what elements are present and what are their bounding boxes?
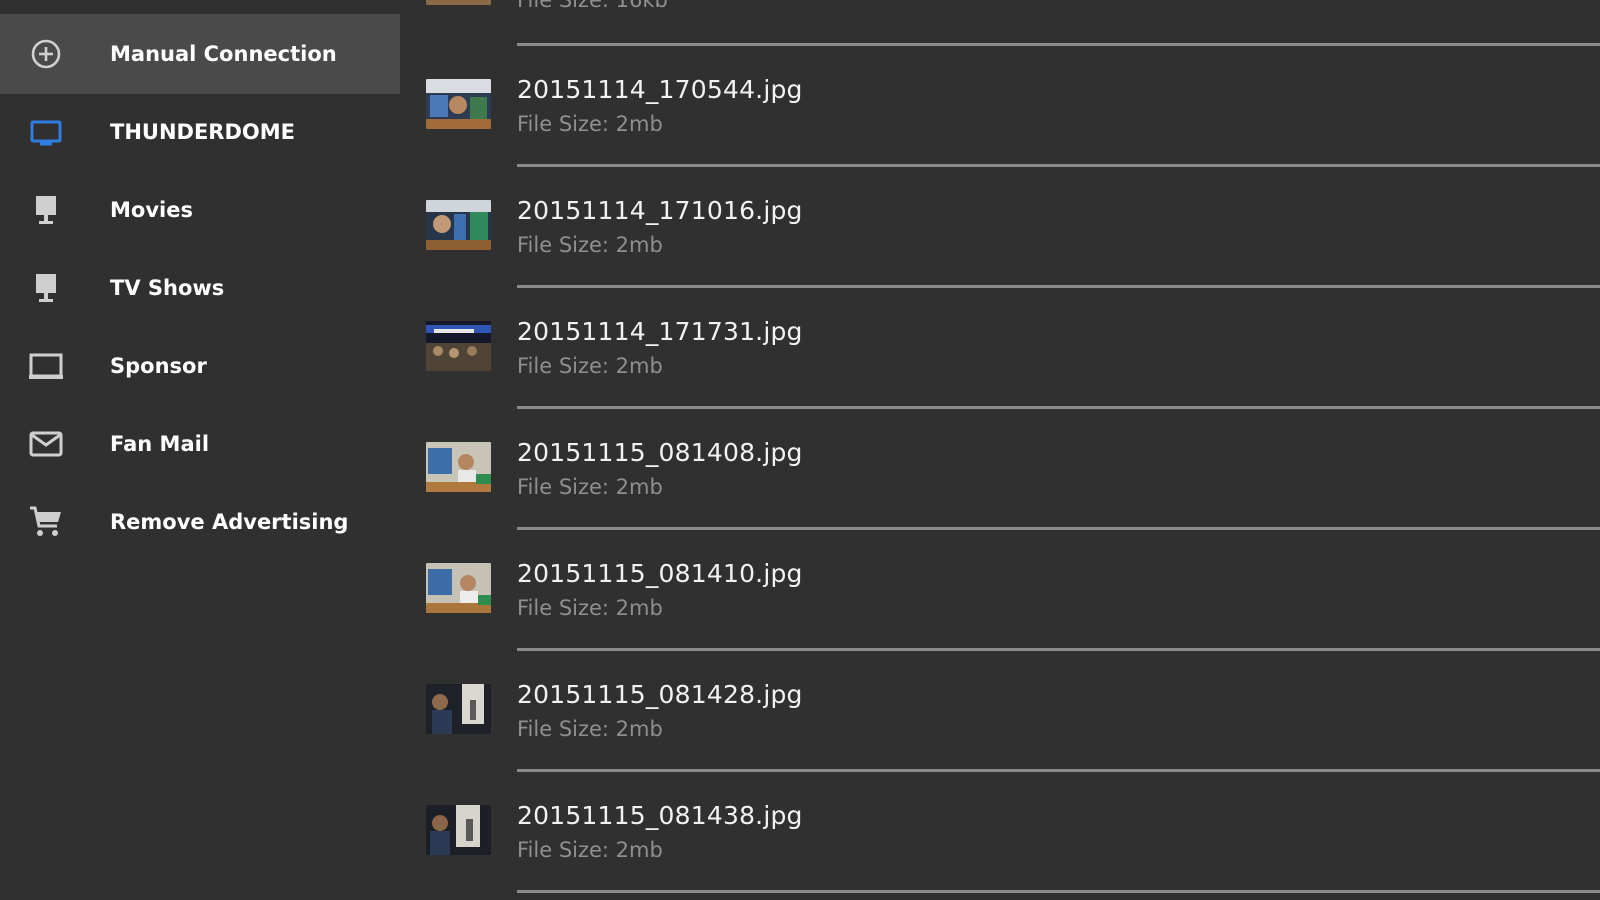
file-name: 20151115_081410.jpg <box>517 559 803 588</box>
file-name: 20151115_081408.jpg <box>517 438 803 467</box>
list-item[interactable]: 20151114_171016.jpg File Size: 2mb <box>400 167 1600 289</box>
image-thumbnail <box>426 442 491 492</box>
file-name: 20151114_171016.jpg <box>517 196 803 225</box>
list-item[interactable]: 20151115_081438.jpg File Size: 2mb <box>400 772 1600 894</box>
sidebar-item-label: Manual Connection <box>110 42 337 66</box>
sidebar-item-remove-advertising[interactable]: Remove Advertising <box>0 482 400 562</box>
list-item[interactable]: 20151114_170544.jpg File Size: 2mb <box>400 46 1600 168</box>
mail-icon <box>28 426 64 462</box>
file-name: 20151115_081438.jpg <box>517 801 803 830</box>
sidebar-item-label: Sponsor <box>110 354 207 378</box>
sidebar-item-tv-shows[interactable]: TV Shows <box>0 248 400 328</box>
list-divider <box>517 890 1600 893</box>
image-thumbnail <box>426 79 491 129</box>
image-thumbnail <box>426 321 491 371</box>
file-size: File Size: 2mb <box>517 717 663 741</box>
sidebar-item-thunderdome[interactable]: THUNDERDOME <box>0 92 400 172</box>
file-size: File Size: 2mb <box>517 475 663 499</box>
laptop-icon <box>28 348 64 384</box>
file-name: 20151114_171731.jpg <box>517 317 803 346</box>
tv-icon <box>28 114 64 150</box>
file-size: File Size: 2mb <box>517 112 663 136</box>
sidebar-item-label: Remove Advertising <box>110 510 349 534</box>
sidebar-item-sponsor[interactable]: Sponsor <box>0 326 400 406</box>
sidebar: Manual Connection THUNDERDOME Movies TV … <box>0 0 400 900</box>
cart-icon <box>28 504 64 540</box>
file-size: File Size: 2mb <box>517 838 663 862</box>
desktop-icon <box>28 270 64 306</box>
desktop-icon <box>28 192 64 228</box>
list-item[interactable]: 20151114_171731.jpg File Size: 2mb <box>400 288 1600 410</box>
image-thumbnail <box>426 684 491 734</box>
list-item[interactable]: 20151115_081428.jpg File Size: 2mb <box>400 651 1600 773</box>
add-circle-icon <box>28 36 64 72</box>
file-size: File Size: 2mb <box>517 354 663 378</box>
list-item[interactable]: File Size: 16kb <box>400 0 1600 44</box>
sidebar-item-label: Movies <box>110 198 193 222</box>
sidebar-item-label: Fan Mail <box>110 432 210 456</box>
sidebar-item-manual-connection[interactable]: Manual Connection <box>0 14 400 94</box>
list-item[interactable]: 20151115_081408.jpg File Size: 2mb <box>400 409 1600 531</box>
list-item[interactable]: 20151115_081410.jpg File Size: 2mb <box>400 530 1600 652</box>
image-thumbnail <box>426 805 491 855</box>
sidebar-item-label: TV Shows <box>110 276 225 300</box>
image-thumbnail <box>426 200 491 250</box>
file-size: File Size: 2mb <box>517 233 663 257</box>
file-name: 20151114_170544.jpg <box>517 75 803 104</box>
sidebar-item-movies[interactable]: Movies <box>0 170 400 250</box>
sidebar-item-fan-mail[interactable]: Fan Mail <box>0 404 400 484</box>
sidebar-item-label: THUNDERDOME <box>110 120 296 144</box>
image-thumbnail <box>426 0 491 5</box>
app-window: Manual Connection THUNDERDOME Movies TV … <box>0 0 1600 900</box>
file-name: 20151115_081428.jpg <box>517 680 803 709</box>
file-size: File Size: 2mb <box>517 596 663 620</box>
file-size: File Size: 16kb <box>517 0 668 12</box>
file-list: File Size: 16kb 20151114_170544.jpg File… <box>400 0 1600 900</box>
image-thumbnail <box>426 563 491 613</box>
